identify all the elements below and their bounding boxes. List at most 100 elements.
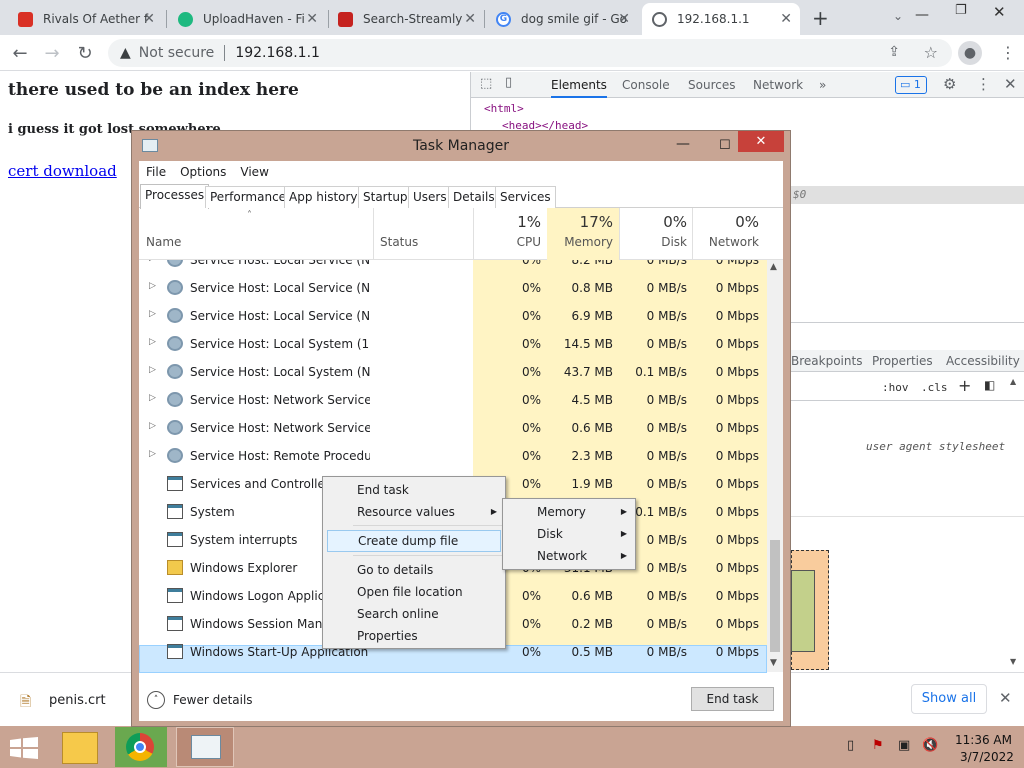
tm-maximize-icon[interactable]: ☐ (719, 131, 731, 161)
ctx-create-dump-file[interactable]: Create dump file (327, 530, 501, 552)
tab-details[interactable]: Details (448, 186, 500, 208)
devtools-tab-breakpoints[interactable]: Breakpoints (791, 354, 862, 368)
scroll-down-icon[interactable]: ▼ (770, 658, 777, 668)
share-icon[interactable]: ⇪ (888, 44, 900, 60)
tab-search-chevron-icon[interactable]: ⌄ (893, 9, 903, 23)
url-text[interactable]: 192.168.1.1 (235, 45, 320, 61)
new-tab-icon[interactable]: + (812, 6, 829, 30)
process-list-scrollbar[interactable]: ▲ ▼ (767, 260, 783, 672)
dom-line-html[interactable]: <html> (484, 102, 524, 115)
browser-tab-rivals[interactable]: Rivals Of Aether f ✕ (8, 3, 163, 35)
close-window-icon[interactable]: ✕ (993, 3, 1006, 21)
file-explorer-taskbar-icon[interactable] (62, 732, 98, 764)
end-task-button[interactable]: End task (691, 687, 774, 711)
ctx-go-to-details[interactable]: Go to details (323, 559, 505, 581)
table-row[interactable]: ▷ Service Host: Local System (Net... 0% 43.… (139, 358, 767, 386)
column-network[interactable]: Network (695, 235, 759, 249)
close-tab-icon[interactable]: ✕ (464, 11, 476, 27)
profile-avatar-icon[interactable]: ● (958, 41, 982, 65)
tm-close-icon[interactable]: ✕ (738, 131, 784, 152)
close-tab-icon[interactable]: ✕ (618, 11, 630, 27)
table-row[interactable]: ▷ Service Host: Network Service (... 0% 0.6… (139, 414, 767, 442)
reload-icon[interactable]: ↻ (71, 39, 99, 67)
table-row[interactable]: ▷ Service Host: Local Service (No ... 0% 6.… (139, 302, 767, 330)
devtools-tab-properties[interactable]: Properties (872, 354, 933, 368)
expand-arrow-icon[interactable]: ▷ (149, 421, 156, 431)
minimize-window-icon[interactable]: — (915, 7, 929, 23)
tab-processes[interactable]: Processes (140, 184, 210, 209)
volume-muted-icon[interactable]: 🔇 (922, 738, 938, 753)
close-downloads-icon[interactable]: ✕ (999, 689, 1012, 707)
tab-users[interactable]: Users (408, 186, 452, 208)
bookmark-star-icon[interactable]: ☆ (924, 43, 938, 62)
column-cpu[interactable]: CPU (479, 235, 541, 249)
close-tab-icon[interactable]: ✕ (780, 11, 792, 27)
expand-arrow-icon[interactable]: ▷ (149, 365, 156, 375)
address-bar[interactable]: ▲ Not secure 192.168.1.1 ⇪ ☆ (108, 39, 952, 67)
browser-tab-uploadhaven[interactable]: UploadHaven - Fi ✕ (168, 3, 326, 35)
show-all-button[interactable]: Show all (911, 684, 987, 714)
close-devtools-icon[interactable]: ✕ (1004, 75, 1017, 93)
tm-minimize-icon[interactable]: — (676, 129, 690, 159)
devtools-tab-elements[interactable]: Elements (551, 72, 607, 98)
show-hidden-icons-icon[interactable]: ▯ (847, 738, 854, 753)
browser-tab-active[interactable]: 192.168.1.1 ✕ (642, 3, 800, 35)
devtools-tab-console[interactable]: Console (622, 72, 670, 98)
devtools-menu-icon[interactable]: ⋮ (976, 75, 991, 93)
ctx-search-online[interactable]: Search online (323, 603, 505, 625)
issues-badge[interactable]: ▭ 1 (895, 76, 927, 94)
devtools-tab-network[interactable]: Network (753, 72, 803, 98)
tab-services[interactable]: Services (495, 186, 556, 208)
table-row[interactable]: ▷ Service Host: Local Service (No I... 0% 0… (139, 274, 767, 302)
devtools-tab-sources[interactable]: Sources (688, 72, 735, 98)
expand-arrow-icon[interactable]: ▷ (149, 281, 156, 291)
hov-toggle[interactable]: :hov (882, 381, 909, 394)
expand-arrow-icon[interactable]: ▷ (149, 309, 156, 319)
chrome-taskbar-button[interactable] (115, 727, 167, 767)
restore-window-icon[interactable]: ❐ (955, 3, 967, 18)
column-disk[interactable]: Disk (621, 235, 687, 249)
task-manager-taskbar-button[interactable] (176, 727, 234, 767)
submenu-disk[interactable]: Disk ▶ (503, 523, 635, 545)
devtools-more-tabs-icon[interactable]: » (819, 72, 826, 98)
column-status[interactable]: Status (380, 235, 418, 249)
tab-app-history[interactable]: App history (284, 186, 363, 208)
table-row[interactable]: ▷ Service Host: Local System (16) 0% 14.5 M… (139, 330, 767, 358)
scroll-up-icon[interactable]: ▲ (770, 262, 777, 272)
column-name[interactable]: Name (146, 235, 181, 249)
browser-menu-icon[interactable]: ⋮ (1000, 43, 1016, 62)
browser-tab-streamly[interactable]: Search-Streamly ✕ (328, 3, 484, 35)
ctx-resource-values[interactable]: Resource values ▶ (323, 501, 505, 523)
new-style-rule-icon[interactable]: + (958, 376, 971, 395)
forward-arrow-icon[interactable]: → (38, 39, 66, 67)
table-row[interactable]: ▷ Service Host: Network Service (4) 0% 4.5 … (139, 386, 767, 414)
devtools-tab-accessibility[interactable]: Accessibility (946, 354, 1020, 368)
menu-file[interactable]: File (139, 165, 173, 179)
close-tab-icon[interactable]: ✕ (306, 11, 318, 27)
downloaded-file-name[interactable]: penis.crt (49, 693, 106, 708)
not-secure-label[interactable]: Not secure (139, 45, 215, 61)
expand-arrow-icon[interactable]: ▷ (149, 393, 156, 403)
close-tab-icon[interactable]: ✕ (143, 11, 155, 27)
devtools-scrollbar[interactable]: ▲ ▼ (1008, 377, 1022, 667)
submenu-network[interactable]: Network ▶ (503, 545, 635, 567)
cert-download-link[interactable]: cert download (8, 162, 117, 180)
cls-toggle[interactable]: .cls (921, 381, 948, 394)
device-toggle-icon[interactable]: ▯ (505, 75, 512, 90)
expand-arrow-icon[interactable]: ▷ (149, 337, 156, 347)
ctx-end-task[interactable]: End task (323, 479, 505, 501)
action-center-flag-icon[interactable]: ⚑ (872, 738, 884, 753)
windows-start-icon[interactable] (10, 737, 38, 759)
menu-options[interactable]: Options (173, 165, 233, 179)
ctx-open-file-location[interactable]: Open file location (323, 581, 505, 603)
browser-tab-google[interactable]: G dog smile gif - Go ✕ (486, 3, 638, 35)
table-row[interactable]: ▷ Service Host: Remote Procedure... 0% 2.3 … (139, 442, 767, 470)
task-manager-titlebar[interactable]: Task Manager — ☐ ✕ (132, 131, 790, 161)
clock-time[interactable]: 11:36 AM (955, 733, 1012, 747)
settings-gear-icon[interactable]: ⚙ (943, 75, 956, 93)
column-memory[interactable]: Memory (547, 235, 613, 249)
network-status-icon[interactable]: ▣ (898, 738, 910, 753)
tab-startup[interactable]: Startup (358, 186, 413, 208)
tab-performance[interactable]: Performance (205, 186, 292, 208)
clock-date[interactable]: 3/7/2022 (960, 750, 1014, 764)
